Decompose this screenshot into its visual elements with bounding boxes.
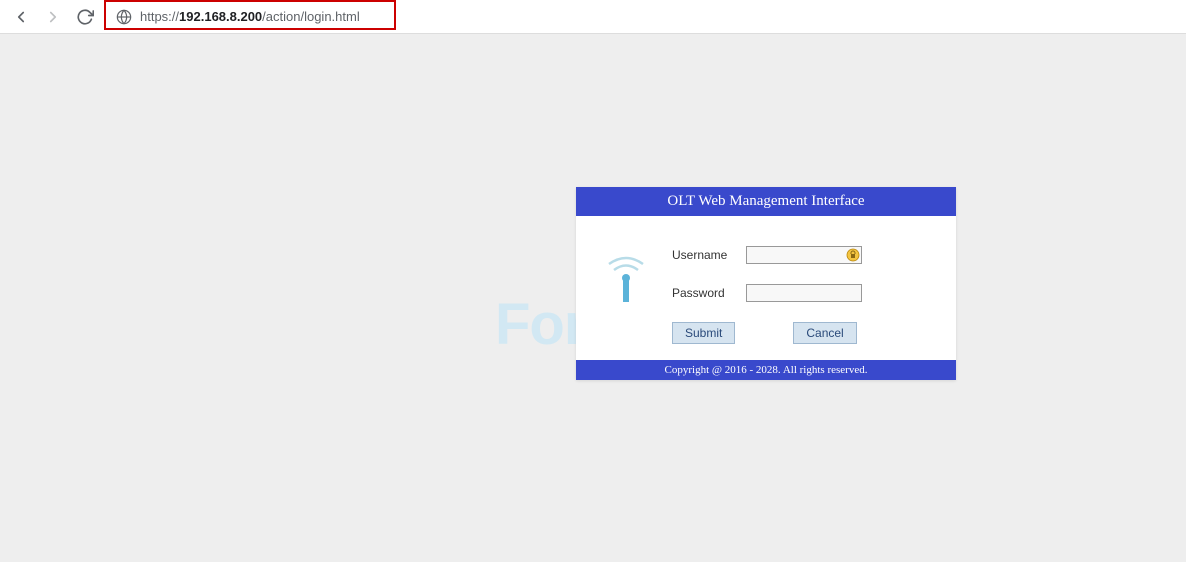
- forward-button[interactable]: [44, 8, 62, 26]
- login-panel: OLT Web Management Interface Username: [576, 187, 956, 380]
- login-form: Username Password Submit Cancel: [672, 246, 936, 344]
- password-label: Password: [672, 286, 746, 300]
- submit-button[interactable]: Submit: [672, 322, 735, 344]
- panel-body: Username Password Submit Cancel: [576, 216, 956, 360]
- globe-icon: [116, 9, 132, 25]
- password-input[interactable]: [746, 284, 862, 302]
- page-content: ForoISP OLT Web Management Interface Use…: [0, 34, 1186, 562]
- username-input[interactable]: [746, 246, 862, 264]
- browser-toolbar: https://192.168.8.200/action/login.html: [0, 0, 1186, 34]
- back-button[interactable]: [12, 8, 30, 26]
- panel-footer: Copyright @ 2016 - 2028. All rights rese…: [576, 360, 956, 380]
- key-icon: [846, 248, 860, 262]
- username-label: Username: [672, 248, 746, 262]
- reload-button[interactable]: [76, 8, 94, 26]
- address-bar[interactable]: https://192.168.8.200/action/login.html: [116, 9, 1174, 25]
- cancel-button[interactable]: Cancel: [793, 322, 856, 344]
- panel-title: OLT Web Management Interface: [576, 187, 956, 216]
- url-text: https://192.168.8.200/action/login.html: [140, 9, 360, 24]
- wifi-tower-icon: [596, 246, 656, 344]
